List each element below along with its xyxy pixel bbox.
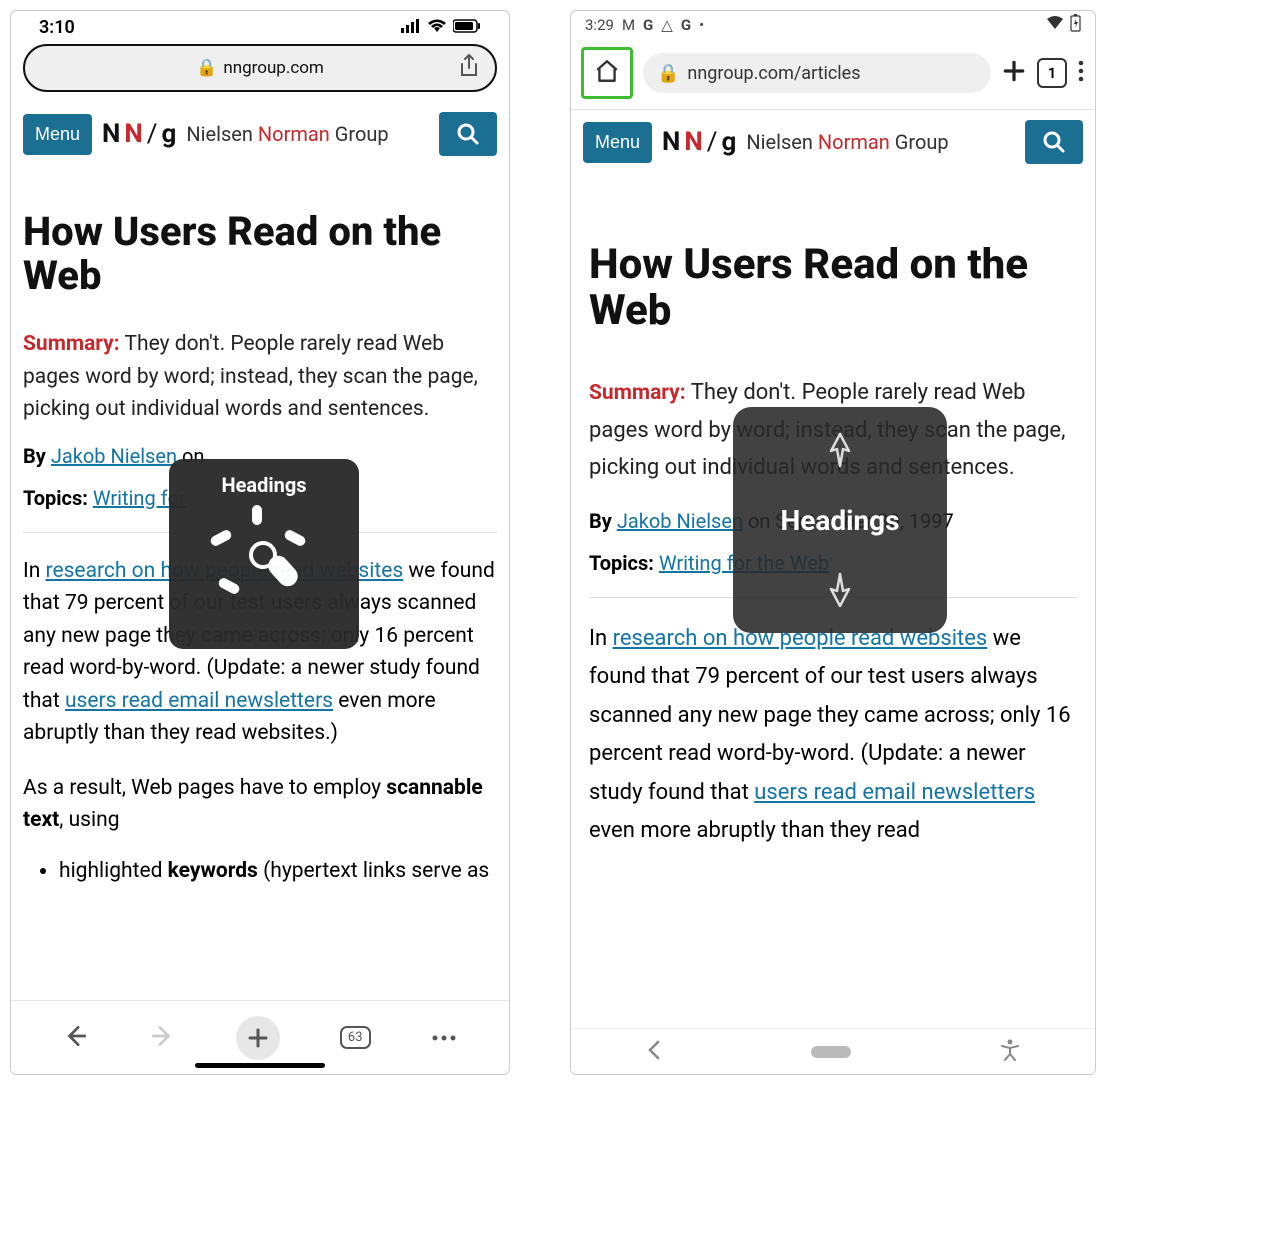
battery-icon xyxy=(1070,14,1081,36)
bullet-list: highlighted keywords (hypertext links se… xyxy=(23,859,497,883)
new-tab-button[interactable] xyxy=(236,1016,280,1060)
talkback-rotor[interactable]: Headings xyxy=(733,407,947,633)
lock-icon: 🔒 xyxy=(196,58,217,78)
paragraph-2: As a result, Web pages have to employ sc… xyxy=(23,772,497,837)
ios-phone: 3:10 🔒 nngroup.com Menu NN/g Nielsen Nor… xyxy=(10,10,510,1075)
google-icon: G xyxy=(643,16,653,34)
new-tab-icon[interactable] xyxy=(1001,58,1027,88)
lock-icon: 🔒 xyxy=(657,63,679,84)
search-icon xyxy=(1042,130,1066,154)
more-icon[interactable] xyxy=(431,1028,457,1047)
summary-label: Summary: xyxy=(23,332,120,356)
tabs-button[interactable]: 1 xyxy=(1037,58,1067,88)
tabs-button[interactable]: 63 xyxy=(340,1026,371,1049)
page-title: How Users Read on the Web xyxy=(589,242,1077,334)
dot-icon: • xyxy=(699,16,704,34)
search-button[interactable] xyxy=(1025,120,1083,164)
ios-time: 3:10 xyxy=(39,17,75,38)
page-title: How Users Read on the Web xyxy=(23,210,497,298)
accessibility-icon[interactable] xyxy=(1000,1039,1020,1065)
forward-icon xyxy=(149,1023,175,1053)
arrow-down-icon xyxy=(827,569,853,609)
share-icon[interactable] xyxy=(459,54,479,82)
summary-label: Summary: xyxy=(589,381,686,405)
android-nav-bar xyxy=(571,1028,1095,1074)
gmail-icon: M xyxy=(622,16,635,34)
ios-status-bar: 3:10 xyxy=(11,11,509,42)
wifi-icon xyxy=(427,17,447,38)
android-url: nngroup.com/articles xyxy=(687,63,860,84)
author-link[interactable]: Jakob Nielsen xyxy=(51,444,177,468)
search-icon xyxy=(456,122,480,146)
nng-logo[interactable]: NN/g xyxy=(102,119,176,149)
back-icon[interactable] xyxy=(63,1023,89,1053)
cellular-icon xyxy=(401,17,421,38)
more-icon[interactable] xyxy=(1077,59,1085,87)
nng-brand-text: Nielsen Norman Group xyxy=(746,130,948,154)
ios-address-bar[interactable]: 🔒 nngroup.com xyxy=(23,44,497,92)
wifi-icon xyxy=(1046,16,1064,34)
rotor-label: Headings xyxy=(221,473,306,497)
back-icon[interactable] xyxy=(646,1040,662,1064)
nng-logo[interactable]: NN/g xyxy=(662,127,736,157)
android-status-bar: 3:29 M G △ G • xyxy=(571,11,1095,39)
android-address-bar[interactable]: 🔒 nngroup.com/articles xyxy=(643,53,991,93)
arrow-up-icon xyxy=(827,431,853,471)
author-link[interactable]: Jakob Nielsen xyxy=(617,509,743,533)
rotor-dial-icon xyxy=(204,503,324,623)
ios-url: nngroup.com xyxy=(223,58,324,78)
voiceover-rotor[interactable]: Headings xyxy=(169,459,359,649)
home-icon xyxy=(594,58,620,84)
list-item: highlighted keywords (hypertext links se… xyxy=(59,859,497,883)
search-button[interactable] xyxy=(439,112,497,156)
newsletters-link[interactable]: users read email newsletters xyxy=(754,780,1035,805)
paragraph-1: In research on how people read websites … xyxy=(589,620,1077,851)
nng-header: Menu NN/g Nielsen Norman Group xyxy=(571,110,1095,182)
nng-header: Menu NN/g Nielsen Norman Group xyxy=(11,102,509,174)
rotor-label: Headings xyxy=(780,504,899,537)
android-time: 3:29 xyxy=(585,16,614,34)
nng-brand-text: Nielsen Norman Group xyxy=(186,122,388,146)
drive-icon: △ xyxy=(661,16,673,34)
home-indicator xyxy=(195,1063,325,1068)
menu-button[interactable]: Menu xyxy=(23,114,92,155)
menu-button[interactable]: Menu xyxy=(583,122,652,163)
home-gesture-pill[interactable] xyxy=(811,1046,851,1058)
android-phone: 3:29 M G △ G • 🔒 nngroup.com/articles 1 … xyxy=(570,10,1096,1075)
summary-paragraph: Summary: They don't. People rarely read … xyxy=(23,328,497,426)
newsletters-link[interactable]: users read email newsletters xyxy=(65,689,333,713)
android-toolbar: 🔒 nngroup.com/articles 1 xyxy=(571,39,1095,110)
google-icon-2: G xyxy=(681,16,691,34)
ios-status-right xyxy=(401,17,481,38)
home-button-highlight[interactable] xyxy=(581,47,633,99)
battery-icon xyxy=(453,17,481,38)
